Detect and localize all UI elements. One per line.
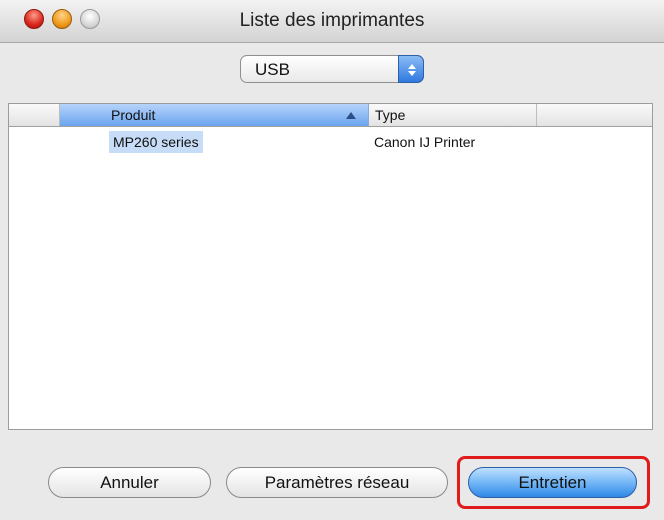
column-header-type-label: Type [375, 107, 406, 123]
product-cell: MP260 series [109, 131, 203, 153]
column-header-produit-label: Produit [111, 107, 156, 123]
connection-type-value: USB [255, 60, 290, 79]
title-bar: Liste des imprimantes [0, 0, 664, 43]
table-header: Produit Type [9, 104, 652, 127]
table-row[interactable]: MP260 series Canon IJ Printer [9, 131, 652, 153]
column-header-blank [9, 104, 60, 126]
column-header-type[interactable]: Type [369, 104, 537, 126]
highlight-box [457, 456, 650, 509]
cancel-button[interactable]: Annuler [48, 467, 211, 498]
column-header-empty [537, 104, 653, 126]
window-title: Liste des imprimantes [239, 10, 425, 31]
connection-type-popup[interactable]: USB [240, 55, 424, 83]
type-cell: Canon IJ Printer [374, 134, 476, 150]
column-header-produit[interactable]: Produit [60, 104, 369, 126]
printer-table: Produit Type MP260 series Canon IJ Print… [8, 103, 653, 430]
printer-list-window: Liste des imprimantes USB Produit Type M… [0, 0, 664, 520]
sort-ascending-icon [346, 112, 356, 119]
up-down-arrows-icon [398, 55, 424, 83]
network-settings-button[interactable]: Paramètres réseau [226, 467, 448, 498]
